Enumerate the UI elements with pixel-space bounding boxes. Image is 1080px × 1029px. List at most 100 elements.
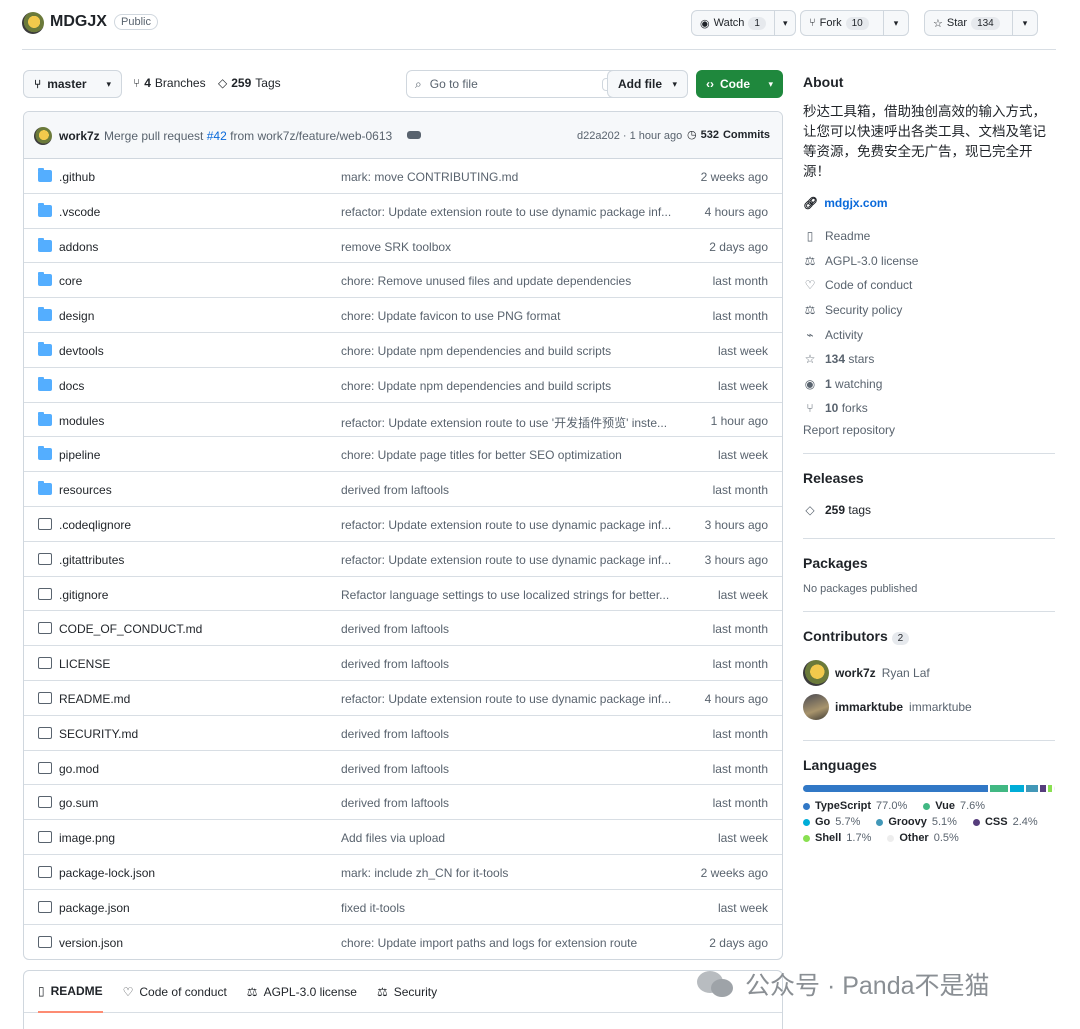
avatar[interactable]	[803, 660, 829, 687]
release-tags-link[interactable]: ◇ 259 tags	[803, 498, 1055, 523]
table-row[interactable]: .github mark: move CONTRIBUTING.md 2 weeks…	[24, 159, 782, 194]
table-row[interactable]: package.json fixed it-tools last week	[24, 890, 782, 925]
file-name[interactable]: .gitattributes	[59, 553, 124, 567]
file-commit-message[interactable]: mark: move CONTRIBUTING.md	[341, 170, 671, 184]
avatar[interactable]	[803, 694, 829, 721]
contributor-item[interactable]: work7z Ryan Laf	[803, 656, 1055, 690]
table-row[interactable]: image.png Add files via upload last week	[24, 820, 782, 855]
table-row[interactable]: go.sum derived from laftools last month	[24, 785, 782, 821]
star-button[interactable]: ☆ Star 134 ▾	[924, 10, 1039, 36]
watch-button[interactable]: ◉ Watch 1 ▾	[691, 10, 797, 36]
file-commit-message[interactable]: Refactor language settings to use locali…	[341, 588, 671, 602]
contributor-item[interactable]: immarktube immarktube	[803, 690, 1055, 724]
language-item[interactable]: Other 0.5%	[887, 832, 959, 844]
file-name[interactable]: version.json	[59, 936, 123, 950]
table-row[interactable]: README.md refactor: Update extension rout…	[24, 681, 782, 716]
file-commit-message[interactable]: chore: Update npm dependencies and build…	[341, 379, 671, 393]
watching-link[interactable]: ◉ 1 watching	[803, 372, 1055, 397]
file-commit-message[interactable]: refactor: Update extension route to use …	[341, 518, 671, 532]
pr-link[interactable]: #42	[207, 129, 227, 143]
table-row[interactable]: .gitignore Refactor language settings to …	[24, 577, 782, 612]
language-item[interactable]: Vue 7.6%	[923, 800, 985, 812]
commits-link[interactable]: ◷ 532 Commits	[687, 128, 770, 142]
file-name[interactable]: go.mod	[59, 762, 99, 776]
file-commit-message[interactable]: refactor: Update extension route to use …	[341, 414, 671, 431]
file-commit-message[interactable]: derived from laftools	[341, 727, 671, 741]
file-name[interactable]: image.png	[59, 831, 115, 845]
add-file-button[interactable]: Add file ▾	[607, 70, 688, 98]
file-commit-message[interactable]: derived from laftools	[341, 483, 671, 497]
file-commit-message[interactable]: mark: include zh_CN for it-tools	[341, 866, 671, 880]
table-row[interactable]: docs chore: Update npm dependencies and b…	[24, 368, 782, 403]
table-row[interactable]: pipeline chore: Update page titles for be…	[24, 437, 782, 473]
contributors-title[interactable]: Contributors 2	[803, 628, 1055, 646]
commit-hash-time[interactable]: d22a202 · 1 hour ago	[577, 130, 682, 142]
table-row[interactable]: .gitattributes refactor: Update extension…	[24, 542, 782, 577]
file-name[interactable]: addons	[59, 240, 98, 254]
code-button[interactable]: ‹› Code ▾	[696, 70, 783, 98]
file-name[interactable]: SECURITY.md	[59, 727, 138, 741]
file-name[interactable]: modules	[59, 414, 104, 428]
table-row[interactable]: .vscode refactor: Update extension route …	[24, 194, 782, 229]
file-commit-message[interactable]: refactor: Update extension route to use …	[341, 692, 671, 706]
activity-link[interactable]: ⌁ Activity	[803, 322, 1055, 347]
file-name[interactable]: resources	[59, 483, 112, 497]
file-name[interactable]: core	[59, 274, 82, 288]
file-name[interactable]: LICENSE	[59, 657, 110, 671]
go-to-file-input[interactable]: ⌕ Go to file t	[406, 70, 624, 98]
repo-owner-avatar[interactable]	[22, 12, 44, 34]
file-name[interactable]: docs	[59, 379, 84, 393]
forks-link[interactable]: ⑂ 10 forks	[803, 396, 1055, 421]
file-commit-message[interactable]: refactor: Update extension route to use …	[341, 553, 671, 567]
file-commit-message[interactable]: remove SRK toolbox	[341, 240, 671, 254]
file-commit-message[interactable]: chore: Remove unused files and update de…	[341, 274, 671, 288]
table-row[interactable]: CODE_OF_CONDUCT.md derived from laftools l…	[24, 611, 782, 647]
tab-security[interactable]: ⚖ Security	[377, 971, 437, 1013]
file-commit-message[interactable]: fixed it-tools	[341, 901, 671, 915]
language-item[interactable]: Go 5.7%	[803, 816, 860, 828]
file-name[interactable]: package-lock.json	[59, 866, 155, 880]
fork-button[interactable]: ⑂ Fork 10 ▾	[800, 10, 910, 36]
chevron-down-icon[interactable]: ▾	[882, 11, 909, 35]
table-row[interactable]: version.json chore: Update import paths a…	[24, 925, 782, 960]
commit-author[interactable]: work7z	[59, 129, 100, 143]
commit-author-avatar[interactable]	[34, 127, 52, 145]
table-row[interactable]: resources derived from laftools last month	[24, 472, 782, 507]
file-name[interactable]: go.sum	[59, 796, 98, 810]
language-item[interactable]: TypeScript 77.0%	[803, 800, 907, 812]
ellipsis-icon[interactable]	[407, 131, 421, 139]
file-commit-message[interactable]: chore: Update import paths and logs for …	[341, 936, 671, 950]
table-row[interactable]: addons remove SRK toolbox 2 days ago	[24, 229, 782, 264]
tab-readme[interactable]: ▯ README	[38, 971, 103, 1013]
language-item[interactable]: Groovy 5.1%	[876, 816, 957, 828]
license-link[interactable]: ⚖ AGPL-3.0 license	[803, 249, 1055, 274]
chevron-down-icon[interactable]: ▾	[773, 11, 796, 35]
table-row[interactable]: LICENSE derived from laftools last month	[24, 646, 782, 681]
table-row[interactable]: modules refactor: Update extension route …	[24, 403, 782, 438]
table-row[interactable]: .codeqlignore refactor: Update extension …	[24, 507, 782, 542]
file-name[interactable]: README.md	[59, 692, 130, 706]
file-name[interactable]: pipeline	[59, 448, 100, 462]
file-commit-message[interactable]: derived from laftools	[341, 622, 671, 636]
language-item[interactable]: Shell 1.7%	[803, 832, 871, 844]
file-name[interactable]: .vscode	[59, 205, 100, 219]
website-link[interactable]: 🔗︎ mdgjx.com	[803, 196, 1055, 210]
tags-link[interactable]: ◇ 259 Tags	[218, 76, 281, 90]
packages-title[interactable]: Packages	[803, 555, 1055, 571]
conduct-link[interactable]: ♡ Code of conduct	[803, 273, 1055, 298]
branch-selector[interactable]: ⑂ master ▾	[23, 70, 122, 98]
file-commit-message[interactable]: Add files via upload	[341, 831, 671, 845]
file-commit-message[interactable]: chore: Update page titles for better SEO…	[341, 448, 671, 462]
table-row[interactable]: design chore: Update favicon to use PNG f…	[24, 298, 782, 333]
readme-link[interactable]: ▯ Readme	[803, 224, 1055, 249]
security-link[interactable]: ⚖ Security policy	[803, 298, 1055, 323]
file-name[interactable]: .codeqlignore	[59, 518, 131, 532]
language-item[interactable]: CSS 2.4%	[972, 816, 1038, 828]
stars-link[interactable]: ☆ 134 stars	[803, 347, 1055, 372]
file-name[interactable]: design	[59, 309, 94, 323]
file-name[interactable]: .github	[59, 170, 95, 184]
file-commit-message[interactable]: chore: Update favicon to use PNG format	[341, 309, 671, 323]
file-commit-message[interactable]: refactor: Update extension route to use …	[341, 205, 671, 219]
file-name[interactable]: CODE_OF_CONDUCT.md	[59, 622, 202, 636]
chevron-down-icon[interactable]: ▾	[1011, 11, 1038, 35]
